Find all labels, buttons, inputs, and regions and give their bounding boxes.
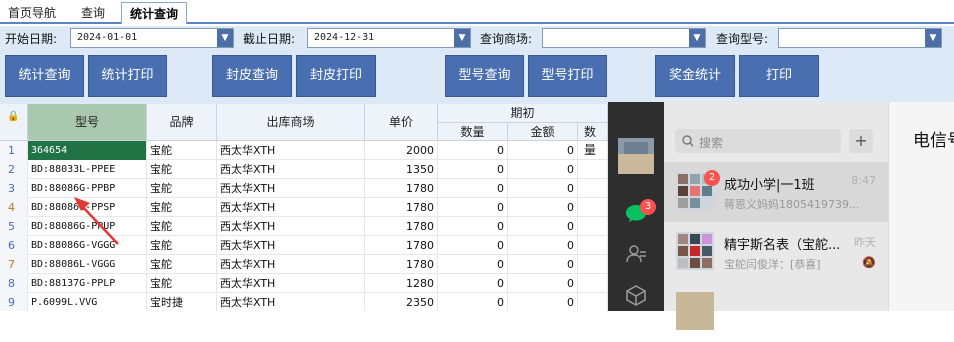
cover-print-button[interactable]: 封皮打印 bbox=[296, 55, 376, 97]
conversation-preview: 宝舵闫俊洋：[恭喜] bbox=[724, 258, 821, 271]
start-date-label: 开始日期: bbox=[5, 32, 58, 46]
print-button[interactable]: 打印 bbox=[739, 55, 819, 97]
conversation-time: 8:47 bbox=[851, 174, 876, 187]
search-input[interactable]: 搜索 bbox=[675, 129, 841, 153]
chevron-down-icon[interactable]: ▼ bbox=[925, 29, 941, 47]
conversation-preview: 蒋恩义妈妈1805419739... bbox=[724, 198, 860, 211]
unread-badge: 2 bbox=[704, 170, 720, 186]
tab-home-nav[interactable]: 首页导航 bbox=[0, 2, 64, 24]
model-query-button[interactable]: 型号查询 bbox=[445, 55, 524, 97]
cover-query-button[interactable]: 封皮查询 bbox=[212, 55, 292, 97]
filter-bar: 开始日期: 2024-01-01 ▼ 截止日期: 2024-12-31 ▼ 查询… bbox=[0, 26, 954, 50]
conversation-item[interactable]: 2 成功小学|一1班 8:47 蒋恩义妈妈1805419739... bbox=[664, 162, 888, 222]
wechat-sidebar: 3 bbox=[608, 102, 664, 311]
chevron-down-icon[interactable]: ▼ bbox=[689, 29, 705, 47]
start-date-value: 2024-01-01 bbox=[77, 32, 138, 43]
wechat-chat-list: 搜索 + 2 成功小学|一1班 8:47 蒋恩义妈妈1805419739... bbox=[664, 102, 888, 330]
toolbar: 统计查询 统计打印 封皮查询 封皮打印 型号查询 型号打印 奖金统计 打印 bbox=[0, 50, 954, 104]
tab-query[interactable]: 查询 bbox=[73, 2, 113, 24]
contacts-icon[interactable] bbox=[625, 244, 647, 267]
conversation-title: 精宇斯名表（宝舵... bbox=[724, 238, 841, 253]
store-select[interactable]: ▼ bbox=[542, 28, 706, 48]
mute-bell-icon: 🔕 bbox=[862, 256, 876, 269]
conversation-item[interactable] bbox=[664, 282, 888, 342]
cube-icon[interactable] bbox=[625, 284, 647, 309]
search-icon bbox=[682, 135, 694, 147]
model-select[interactable]: ▼ bbox=[778, 28, 942, 48]
end-date-label: 截止日期: bbox=[243, 32, 296, 46]
tab-statistics-query[interactable]: 统计查询 bbox=[121, 2, 188, 24]
chevron-down-icon[interactable]: ▼ bbox=[217, 29, 233, 47]
start-date-field[interactable]: 2024-01-01 ▼ bbox=[70, 28, 234, 48]
tab-bar: 首页导航 查询 统计查询 bbox=[0, 0, 954, 24]
group-avatar bbox=[676, 232, 714, 270]
avatar[interactable] bbox=[618, 138, 654, 174]
end-date-field[interactable]: 2024-12-31 ▼ bbox=[307, 28, 471, 48]
bonus-stats-button[interactable]: 奖金统计 bbox=[655, 55, 735, 97]
wechat-main-pane: 电信号 bbox=[888, 102, 954, 311]
model-label: 查询型号: bbox=[716, 32, 769, 46]
stats-print-button[interactable]: 统计打印 bbox=[88, 55, 167, 97]
conversation-title: 成功小学|一1班 bbox=[724, 178, 815, 193]
chat-unread-badge: 3 bbox=[640, 199, 656, 215]
store-label: 查询商场: bbox=[480, 32, 533, 46]
chevron-down-icon[interactable]: ▼ bbox=[454, 29, 470, 47]
conversation-time: 昨天 bbox=[854, 236, 876, 249]
chat-window-title: 电信号 bbox=[913, 131, 954, 151]
group-avatar bbox=[676, 292, 714, 330]
conversation-item[interactable]: 精宇斯名表（宝舵... 昨天 宝舵闫俊洋：[恭喜] 🔕 bbox=[664, 222, 888, 282]
search-placeholder: 搜索 bbox=[699, 136, 724, 150]
add-chat-button[interactable]: + bbox=[849, 129, 873, 153]
model-print-button[interactable]: 型号打印 bbox=[528, 55, 607, 97]
data-grid: 🔒 型号 品牌 出库商场 单价 期初 数量 金额 数量 1 364654 宝舵 西太华… bbox=[0, 104, 608, 311]
annotation-arrow bbox=[74, 197, 119, 245]
end-date-value: 2024-12-31 bbox=[314, 32, 375, 43]
stats-query-button[interactable]: 统计查询 bbox=[5, 55, 84, 97]
